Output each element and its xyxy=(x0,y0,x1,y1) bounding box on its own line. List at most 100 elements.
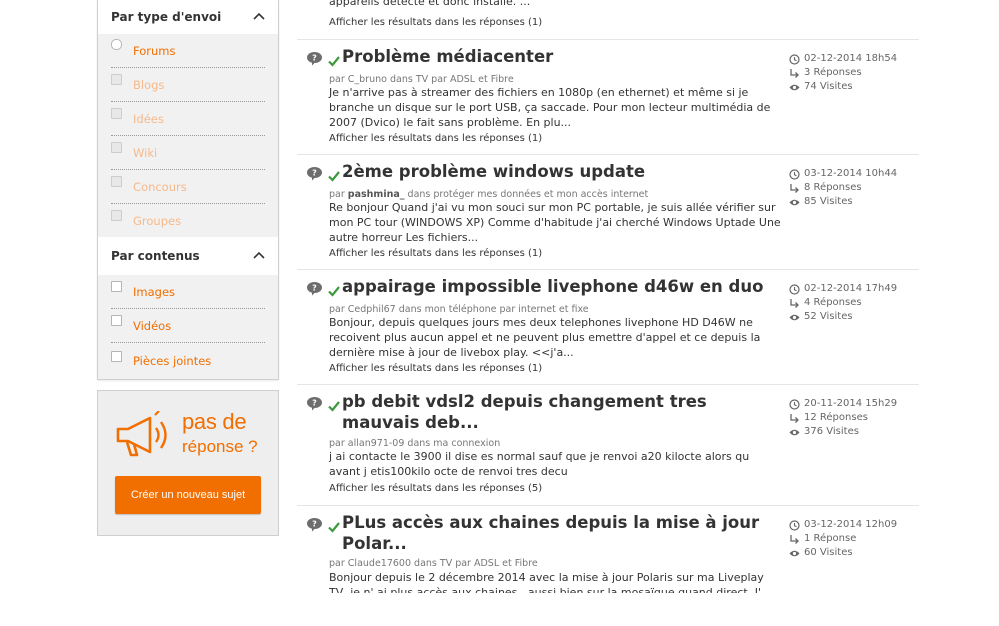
result-stats: 20-11-2014 15h29 12 Réponses 376 Visites xyxy=(789,397,897,439)
svg-text:?: ? xyxy=(312,399,317,408)
result-item: ? 2ème problème windows update par pashm… xyxy=(297,155,919,270)
board-link[interactable]: dans TV par ADSL et Fibre xyxy=(414,558,538,569)
checkbox-pieces-jointes[interactable] xyxy=(111,350,122,362)
filter-label-pieces-jointes: Pièces jointes xyxy=(133,354,212,368)
checkbox-videos[interactable] xyxy=(111,315,122,326)
result-date: 02-12-2014 18h54 xyxy=(804,53,898,64)
clock-icon xyxy=(789,519,800,531)
filter-item-concours: Concours xyxy=(111,170,265,204)
filter-item-videos[interactable]: Vidéos xyxy=(111,309,265,343)
checkbox-idees xyxy=(111,108,122,119)
result-date: 02-12-2014 17h49 xyxy=(804,283,898,294)
author-link[interactable]: pashmina_ xyxy=(348,189,405,200)
result-meta: par C_bruno dans TV par ADSL et Fibre xyxy=(329,74,514,85)
result-snippet: Bonjour, depuis quelques jours mes deux … xyxy=(329,316,761,359)
filter-item-pieces-jointes[interactable]: Pièces jointes xyxy=(111,343,265,379)
filter-item-wiki: Wiki xyxy=(111,136,265,170)
eye-icon xyxy=(789,197,800,208)
author-link[interactable]: allan971-09 xyxy=(348,438,405,449)
reply-arrow-icon xyxy=(789,298,800,309)
author-link[interactable]: Claude17600 xyxy=(348,558,411,569)
reply-arrow-icon xyxy=(789,68,800,79)
chevron-up-icon[interactable] xyxy=(253,12,265,22)
result-item: ? appairage impossible livephone d46w en… xyxy=(297,270,919,385)
filter-list-contenus: Images Vidéos Pièces jointes xyxy=(98,275,278,379)
filter-label-images: Images xyxy=(133,284,176,299)
result-title[interactable]: PLus accès aux chaines depuis la mise à … xyxy=(342,512,772,554)
result-date: 20-11-2014 15h29 xyxy=(804,398,898,409)
result-item: ? PLus accès aux chaines depuis la mise … xyxy=(297,506,919,626)
filter-label-concours: Concours xyxy=(133,179,187,194)
clock-icon xyxy=(789,283,800,295)
show-replies-link[interactable]: Afficher les résultats dans les réponses… xyxy=(329,483,542,494)
solved-check-icon xyxy=(328,518,340,533)
result-title[interactable]: appairage impossible livephone d46w en d… xyxy=(342,276,772,297)
board-link[interactable]: dans TV par ADSL et Fibre xyxy=(390,74,514,85)
reply-arrow-icon xyxy=(789,534,800,545)
result-title[interactable]: 2ème problème windows update xyxy=(342,161,772,182)
svg-text:?: ? xyxy=(312,169,317,178)
svg-text:?: ? xyxy=(312,54,317,63)
chevron-up-icon[interactable] xyxy=(253,251,265,261)
show-replies-link[interactable]: Afficher les résultats dans les réponses… xyxy=(329,133,542,144)
author-link[interactable]: C_bruno xyxy=(348,74,387,85)
board-link[interactable]: dans protéger mes données et mon accès i… xyxy=(408,189,649,200)
result-meta: par Claude17600 dans TV par ADSL et Fibr… xyxy=(329,558,538,569)
question-bubble-icon: ? xyxy=(306,281,323,296)
result-snippet: j ai contacte le 3900 il dise es normal … xyxy=(329,450,750,478)
filter-header-contenus[interactable]: Par contenus xyxy=(98,237,278,275)
solved-check-icon xyxy=(328,52,340,67)
result-replies: 4 Réponses xyxy=(804,297,862,308)
meta-prefix: par xyxy=(329,189,345,200)
checkbox-groupes xyxy=(111,210,122,221)
reply-arrow-icon xyxy=(789,183,800,194)
result-stats: 02-12-2014 18h54 3 Réponses 74 Visites xyxy=(789,52,897,94)
previous-result-link[interactable]: Afficher les résultats dans les réponses… xyxy=(329,17,542,28)
result-snippet: Je n'arrive pas à streamer des fichiers … xyxy=(329,86,771,129)
result-title[interactable]: Problème médiacenter xyxy=(342,46,772,67)
result-item: ? Problème médiacenter par C_bruno dans … xyxy=(297,40,919,155)
question-bubble-icon: ? xyxy=(306,396,323,411)
show-replies-link[interactable]: Afficher les résultats dans les réponses… xyxy=(329,248,542,259)
filter-title-contenus: Par contenus xyxy=(111,249,200,263)
result-replies: 8 Réponses xyxy=(804,182,862,193)
filter-item-idees: Idées xyxy=(111,102,265,136)
author-link[interactable]: Cedphil67 xyxy=(348,304,396,315)
filter-header-envoi[interactable]: Par type d'envoi xyxy=(98,0,278,34)
filter-list-envoi: Forums Blogs Idées Wiki Concours Groupes xyxy=(98,34,278,237)
filter-title-envoi: Par type d'envoi xyxy=(111,10,222,24)
filter-item-blogs: Blogs xyxy=(111,68,265,102)
result-snippet: Bonjour depuis le 2 décembre 2014 avec l… xyxy=(329,571,764,593)
sidebar: Par type d'envoi Forums Blogs Idées Wiki xyxy=(97,0,279,536)
eye-icon xyxy=(789,82,800,93)
result-views: 60 Visites xyxy=(804,547,853,558)
show-replies-link[interactable]: Afficher les résultats dans les réponses… xyxy=(329,363,542,374)
filter-label-groupes: Groupes xyxy=(133,213,182,228)
no-answer-promo: pas de réponse ? Créer un nouveau sujet xyxy=(97,390,279,536)
solved-check-icon xyxy=(328,167,340,182)
result-title[interactable]: pb debit vdsl2 depuis changement tres ma… xyxy=(342,391,772,433)
filter-label-wiki: Wiki xyxy=(133,145,158,160)
board-link[interactable]: dans mon téléphone par internet et fixe xyxy=(399,304,589,315)
result-replies: 12 Réponses xyxy=(804,412,868,423)
filter-label-videos: Vidéos xyxy=(133,318,172,333)
filter-label-idees: Idées xyxy=(133,111,164,126)
board-link[interactable]: dans ma connexion xyxy=(407,438,500,449)
clock-icon xyxy=(789,53,800,65)
question-bubble-icon: ? xyxy=(306,51,323,66)
checkbox-images[interactable] xyxy=(111,281,122,292)
result-views: 52 Visites xyxy=(804,311,853,322)
checkbox-wiki xyxy=(111,142,122,153)
eye-icon xyxy=(789,548,800,559)
filter-item-images[interactable]: Images xyxy=(111,275,265,309)
result-views: 376 Visites xyxy=(804,426,859,437)
meta-prefix: par xyxy=(329,438,345,449)
promo-line2: réponse ? xyxy=(182,437,258,456)
filter-item-forums[interactable]: Forums xyxy=(111,34,265,68)
checkbox-forums[interactable] xyxy=(111,39,122,50)
clock-icon xyxy=(789,168,800,180)
result-views: 85 Visites xyxy=(804,196,853,207)
create-topic-button[interactable]: Créer un nouveau sujet xyxy=(115,476,261,514)
promo-line1: pas de xyxy=(182,409,247,434)
result-stats: 03-12-2014 10h44 8 Réponses 85 Visites xyxy=(789,167,897,209)
